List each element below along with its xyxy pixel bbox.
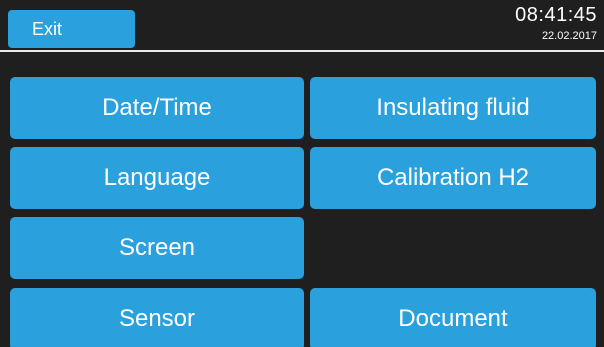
date-time-label: Date/Time	[102, 94, 212, 121]
sensor-label: Sensor	[118, 305, 196, 332]
sensor-button[interactable]: Sensor	[10, 288, 304, 347]
settings-screen: Exit 08:41:45 22.02.2017 Date/Time Langu…	[0, 0, 604, 347]
insulating-fluid-label: Insulating fluid	[376, 94, 530, 121]
header-divider	[0, 50, 604, 52]
language-label: Language	[103, 164, 211, 191]
top-bar: Exit 08:41:45 22.02.2017	[0, 0, 604, 52]
document-label: Document	[398, 305, 508, 332]
language-button[interactable]: Language	[10, 147, 304, 209]
insulating-fluid-button[interactable]: Insulating fluid	[310, 77, 596, 139]
exit-button[interactable]: Exit	[8, 10, 135, 48]
calibration-h2-button[interactable]: Calibration H2	[310, 147, 596, 209]
clock-time: 08:41:45	[515, 4, 597, 26]
calibration-h2-label: Calibration H2	[376, 164, 530, 191]
date-time-button[interactable]: Date/Time	[10, 77, 304, 139]
document-button[interactable]: Document	[310, 288, 596, 347]
clock-date: 22.02.2017	[541, 30, 597, 42]
screen-button[interactable]: Screen	[10, 217, 304, 279]
screen-label: Screen	[118, 234, 196, 261]
